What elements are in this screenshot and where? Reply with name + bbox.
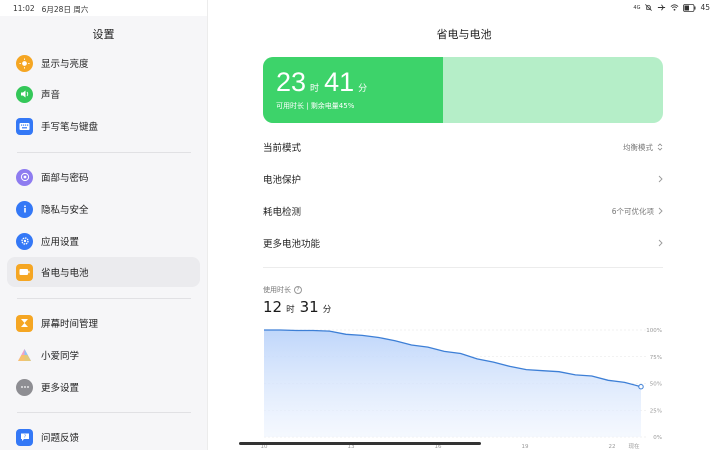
chart-y-tick-label: 0% (653, 435, 662, 441)
chart-x-tick-label: 22 (609, 444, 616, 450)
battery-usage-chart: 100%75%50%25%0% 10 13 16 19 22 现在 (261, 328, 663, 450)
home-indicator[interactable] (239, 442, 481, 445)
chart-area-fill (264, 330, 641, 437)
chart-y-tick-label: 100% (646, 328, 662, 334)
chart-x-tick-label: 19 (522, 444, 529, 450)
chart-y-tick-label: 25% (650, 408, 662, 414)
chart-y-tick-label: 75% (650, 355, 662, 361)
chart-current-point (638, 384, 644, 390)
chart-y-tick-label: 50% (650, 382, 662, 388)
chart-x-tick-label: 现在 (628, 442, 640, 450)
